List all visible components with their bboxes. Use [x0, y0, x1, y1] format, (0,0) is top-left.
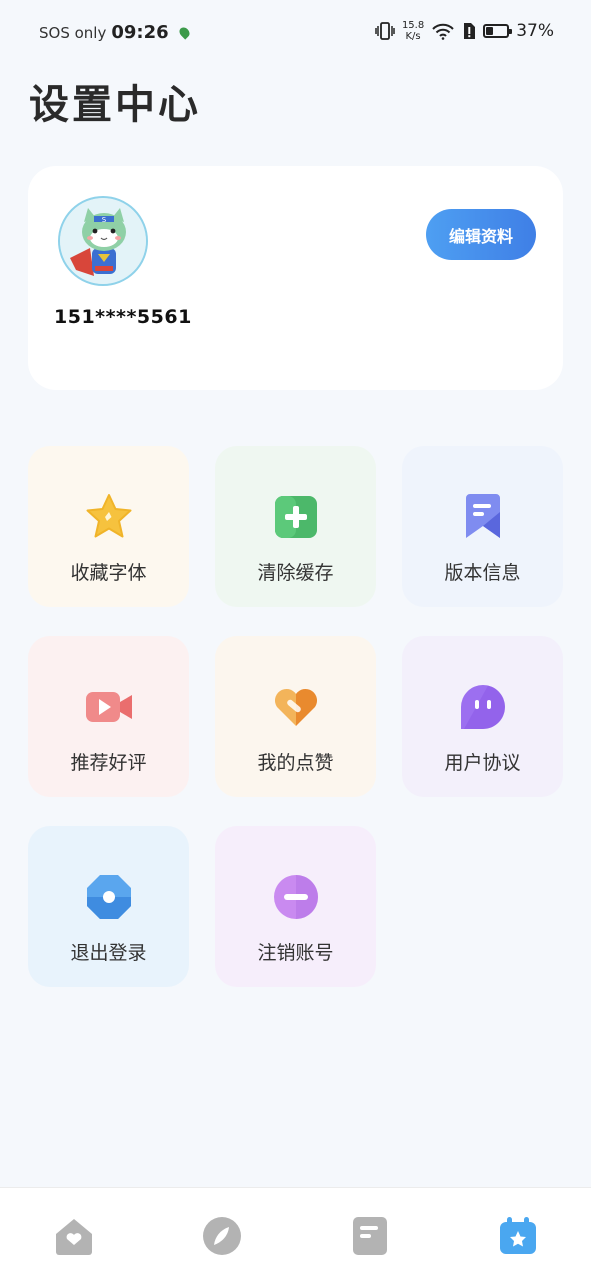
speed-unit: K/s [405, 31, 421, 42]
svg-text:S: S [102, 216, 107, 224]
menu-item-label: 注销账号 [257, 942, 334, 964]
menu-item-label: 用户协议 [444, 752, 521, 774]
octagon-icon [87, 875, 131, 919]
menu-item-user-agreement[interactable]: 用户协议 [402, 636, 563, 797]
tab-profile-active[interactable] [496, 1214, 540, 1258]
phone-number: 151****5561 [54, 306, 192, 328]
menu-item-label: 版本信息 [444, 562, 521, 584]
page-title: 设置中心 [29, 81, 201, 128]
plus-square-icon [275, 496, 317, 538]
menu-item-clear-cache[interactable]: 清除缓存 [215, 446, 376, 607]
vibrate-icon [375, 22, 395, 40]
menu-item-favorite-fonts[interactable]: 收藏字体 [28, 446, 189, 607]
minus-circle-icon [274, 875, 318, 919]
status-bar: SOS only 09:26 15.8 K/s 37% [0, 0, 591, 66]
edit-profile-button[interactable]: 编辑资料 [426, 209, 536, 260]
tab-discover[interactable] [200, 1214, 244, 1258]
menu-item-rate-app[interactable]: 推荐好评 [28, 636, 189, 797]
bookmark-icon [466, 494, 500, 538]
no-sim-alert-icon [464, 23, 476, 39]
menu-item-label: 退出登录 [70, 942, 147, 964]
bottom-tab-bar [0, 1187, 591, 1281]
chat-bubble-icon [461, 685, 505, 729]
tab-home[interactable] [52, 1214, 96, 1258]
carrier-text: SOS only [39, 23, 107, 42]
menu-item-label: 清除缓存 [257, 562, 334, 584]
speed-value: 15.8 [401, 20, 425, 31]
battery-icon [483, 24, 513, 38]
menu-item-label: 我的点赞 [257, 752, 334, 774]
avatar[interactable]: S [58, 196, 148, 286]
superhero-cat-avatar-icon: S [60, 198, 146, 284]
clock: 09:26 [111, 22, 169, 43]
location-icon [177, 25, 192, 40]
status-left: SOS only 09:26 [39, 22, 192, 43]
menu-item-label: 推荐好评 [70, 752, 147, 774]
menu-item-logout[interactable]: 退出登录 [28, 826, 189, 987]
menu-item-label: 收藏字体 [70, 562, 147, 584]
menu-item-version-info[interactable]: 版本信息 [402, 446, 563, 607]
menu-item-my-likes[interactable]: 我的点赞 [215, 636, 376, 797]
video-camera-icon [86, 692, 132, 722]
star-icon [86, 494, 132, 538]
heart-icon [274, 688, 318, 726]
wifi-icon [432, 23, 454, 40]
tab-documents[interactable] [348, 1214, 392, 1258]
menu-item-delete-account[interactable]: 注销账号 [215, 826, 376, 987]
profile-card: S 151****5561 编辑资料 [28, 166, 563, 390]
battery-percent: 37% [516, 21, 554, 41]
network-speed: 15.8 K/s [402, 20, 424, 42]
status-right: 15.8 K/s 37% [375, 20, 554, 42]
